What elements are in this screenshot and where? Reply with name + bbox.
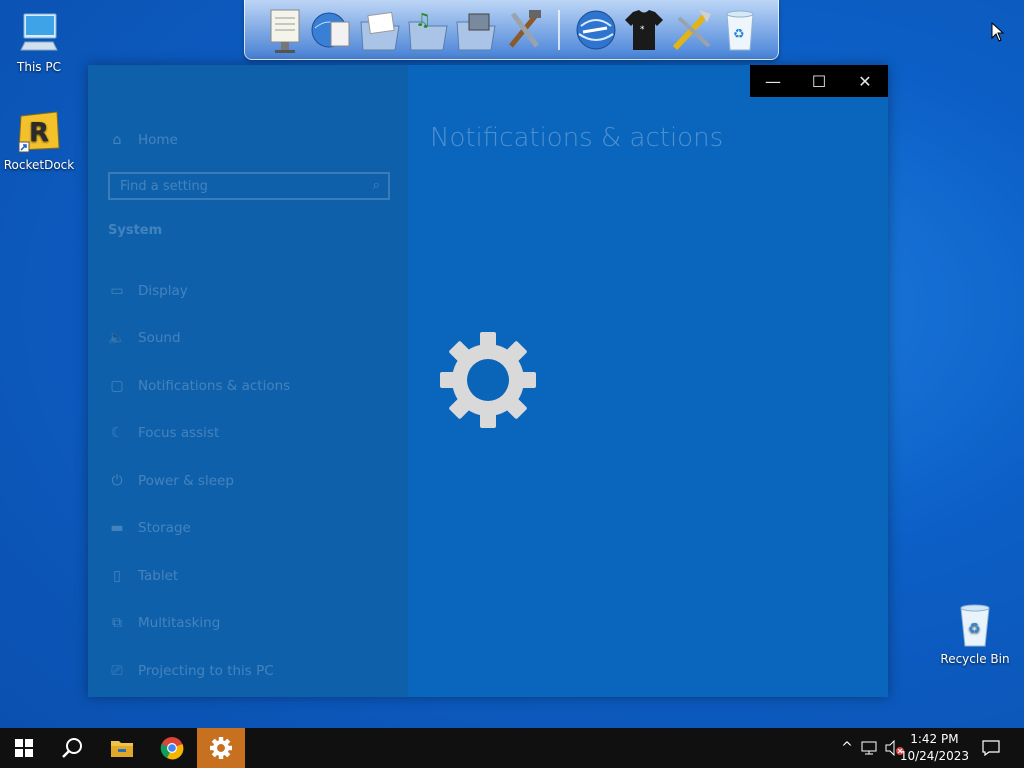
svg-text:R: R <box>29 118 49 148</box>
svg-text:♻: ♻ <box>968 621 981 637</box>
taskbar-settings[interactable] <box>197 728 245 768</box>
taskbar: ^ 1:42 PM 10/24/2023 <box>0 728 1024 768</box>
notification-icon: ▢ <box>110 378 124 394</box>
sidebar-item-label: Power & sleep <box>138 473 234 489</box>
chevron-up-icon[interactable]: ^ <box>838 740 856 756</box>
sidebar-item-display[interactable]: ▭ Display <box>108 277 188 305</box>
settings-window[interactable]: ⌂ Home Find a setting ⌕ System ▭ Display… <box>88 65 888 697</box>
recycle-bin-icon[interactable]: ♻ <box>717 6 763 54</box>
system-tray: ^ <box>838 728 906 768</box>
sidebar-item-projecting[interactable]: ⎚ Projecting to this PC <box>108 657 274 685</box>
sidebar-item-label: Home <box>138 132 178 148</box>
svg-text:♫: ♫ <box>415 10 431 31</box>
tablet-icon: ▯ <box>113 568 121 584</box>
desktop-icon-label: This PC <box>17 60 61 74</box>
settings-icon <box>210 737 232 759</box>
speaker-icon: 🔈 <box>108 330 126 346</box>
window-controls: — ☐ ✕ <box>750 65 888 97</box>
globe-document-icon[interactable] <box>309 6 355 54</box>
start-button[interactable] <box>0 728 48 768</box>
mouse-cursor-icon <box>991 22 1005 42</box>
chrome-icon <box>160 737 184 760</box>
search-icon: ⌕ <box>372 178 380 193</box>
sidebar-item-label: Focus assist <box>138 425 220 441</box>
notification-center-icon <box>982 740 1000 756</box>
notepad-icon[interactable] <box>263 6 309 54</box>
sidebar-item-home[interactable]: ⌂ Home <box>108 126 178 154</box>
action-center-button[interactable] <box>968 728 1014 768</box>
section-heading: System <box>108 223 163 238</box>
loading-gear-icon <box>440 332 536 428</box>
sidebar-item-tablet[interactable]: ▯ Tablet <box>108 562 178 590</box>
dock-separator <box>558 10 560 50</box>
start-icon <box>15 739 33 757</box>
sidebar-item-notifications[interactable]: ▢ Notifications & actions <box>108 372 290 400</box>
desktop-icon-label: Recycle Bin <box>940 652 1010 666</box>
sidebar-item-focus-assist[interactable]: ☾ Focus assist <box>108 419 220 447</box>
sidebar-item-label: Projecting to this PC <box>138 663 274 679</box>
sidebar-item-multitasking[interactable]: ⧉ Multitasking <box>108 609 220 637</box>
search-icon <box>62 738 82 758</box>
rocketdock-bar: ♫ * ♻ <box>244 0 779 60</box>
sidebar-item-label: Storage <box>138 520 191 536</box>
sidebar-item-label: Notifications & actions <box>138 378 291 394</box>
desktop-icon-recycle-bin[interactable]: ♻ Recycle Bin <box>937 602 1013 666</box>
home-icon: ⌂ <box>112 132 122 148</box>
sidebar-item-power-sleep[interactable]: ⏻ Power & sleep <box>108 467 234 495</box>
power-icon: ⏻ <box>111 473 123 489</box>
pictures-folder-icon[interactable] <box>453 6 499 54</box>
sidebar-item-sound[interactable]: 🔈 Sound <box>108 324 181 352</box>
monitor-icon: ▭ <box>110 283 124 299</box>
sidebar-item-label: Sound <box>138 330 181 346</box>
desktop-icon-label: RocketDock <box>3 158 75 172</box>
desktop-icon-rocketdock[interactable]: R RocketDock <box>1 108 77 172</box>
sidebar-item-storage[interactable]: ▬ Storage <box>108 514 191 542</box>
svg-text:♻: ♻ <box>733 27 745 42</box>
this-pc-icon <box>15 10 63 58</box>
recycle-bin-icon: ♻ <box>951 602 999 650</box>
settings-sidebar: ⌂ Home Find a setting ⌕ System ▭ Display… <box>88 65 408 697</box>
settings-tools-icon[interactable] <box>669 6 715 54</box>
moon-icon: ☾ <box>110 425 124 441</box>
projecting-icon: ⎚ <box>111 663 123 679</box>
tools-icon[interactable] <box>501 6 547 54</box>
minimize-button[interactable]: — <box>750 65 796 97</box>
documents-folder-icon[interactable] <box>357 6 403 54</box>
sidebar-item-label: Display <box>138 283 188 299</box>
rocketdock-icon: R <box>15 108 63 156</box>
taskbar-file-explorer[interactable] <box>98 728 146 768</box>
close-button[interactable]: ✕ <box>842 65 888 97</box>
network-icon[interactable] <box>860 740 880 756</box>
taskbar-chrome[interactable] <box>148 728 196 768</box>
multitasking-icon: ⧉ <box>112 615 122 631</box>
search-placeholder: Find a setting <box>120 178 208 194</box>
file-explorer-icon <box>111 741 133 757</box>
search-input[interactable]: Find a setting ⌕ <box>108 172 390 200</box>
clock-date: 10/24/2023 <box>899 749 969 763</box>
maximize-button[interactable]: ☐ <box>796 65 842 97</box>
page-title: Notifications & actions <box>430 123 724 153</box>
taskbar-search-button[interactable] <box>48 728 96 768</box>
sidebar-item-label: Multitasking <box>138 615 221 631</box>
internet-globe-icon[interactable] <box>573 6 619 54</box>
svg-text:*: * <box>640 25 645 35</box>
desktop-icon-this-pc[interactable]: This PC <box>1 10 77 74</box>
taskbar-clock[interactable]: 1:42 PM 10/24/2023 <box>900 731 969 765</box>
clock-time: 1:42 PM <box>910 732 959 746</box>
storage-icon: ▬ <box>110 520 124 536</box>
tshirt-icon[interactable]: * <box>621 6 667 54</box>
music-folder-icon[interactable]: ♫ <box>405 6 451 54</box>
sidebar-item-label: Tablet <box>138 568 179 584</box>
